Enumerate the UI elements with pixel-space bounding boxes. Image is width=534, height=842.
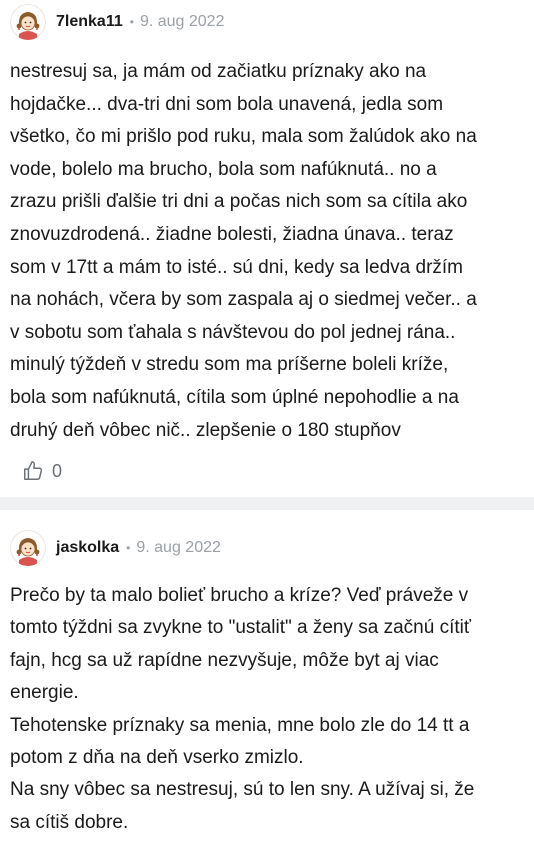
comment-header: jaskolka • 9. aug 2022	[10, 530, 221, 566]
comment-text-line: potom z dňa na deň vserko zmizlo.	[10, 747, 304, 769]
comment-text-line: znovuzdrodená.. žiadne bolesti, žiadna ú…	[10, 223, 454, 245]
comment-text-line: zrazu prišli ďalšie tri dni a počas nich…	[10, 191, 468, 213]
comment-text-line: vode, bolelo ma brucho, bola som nafúknu…	[10, 158, 437, 180]
comment-text-line: som v 17tt a mám to isté.. sú dni, kedy …	[10, 256, 464, 278]
comment-text-line: sa cítiš dobre.	[10, 811, 129, 833]
like-button[interactable]: 0	[22, 460, 62, 482]
comment-text-line: Na sny vôbec sa nestresuj, sú to len sny…	[10, 779, 475, 801]
comment-card: 7lenka11 • 9. aug 2022 nestresuj sa, ja …	[0, 0, 534, 497]
meta-separator: •	[129, 15, 134, 29]
username[interactable]: jaskolka	[56, 539, 119, 557]
comment-text-line: energie.	[10, 682, 79, 704]
thumbs-up-icon[interactable]	[22, 460, 44, 482]
comment-text-line: nestresuj sa, ja mám od začiatku príznak…	[10, 61, 427, 82]
comment-date: 9. aug 2022	[139, 13, 225, 30]
comment-text-line: tomto týždni sa zvykne to "ustalit" a že…	[10, 617, 471, 639]
meta-separator: •	[126, 541, 131, 555]
username[interactable]: 7lenka11	[56, 13, 123, 31]
comment-body: nestresuj sa, ja mám od začiatku príznak…	[10, 56, 528, 447]
comment-text-line: všetko, čo mi prišlo pod ruku, mala som …	[10, 126, 477, 148]
comment-text-line: minulý týždeň v stredu som ma príšerne b…	[10, 354, 449, 376]
comment-text-line: v sobotu som ťahala s návštevou do pol j…	[10, 321, 456, 343]
comment-text-line: na nohách, včera by som zaspala aj o sie…	[10, 289, 477, 311]
comment-text-line: fajn, hcg sa už rapídne nezvyšuje, môže …	[10, 649, 439, 671]
comment-text-line: bola som nafúknutá, cítila som úplné nep…	[10, 386, 459, 408]
comment-text-line: druhý deň vôbec nič.. zlepšenie o 180 st…	[10, 419, 401, 441]
comment-divider	[0, 497, 534, 510]
comment-body: Prečo by ta malo bolieť brucho a kríze? …	[10, 580, 528, 839]
comment-card: jaskolka • 9. aug 2022 Prečo by ta malo …	[0, 510, 534, 842]
comment-text-line: Prečo by ta malo bolieť brucho a kríze? …	[10, 585, 469, 606]
avatar[interactable]	[10, 4, 46, 40]
like-count: 0	[52, 460, 63, 481]
comment-header: 7lenka11 • 9. aug 2022	[10, 4, 224, 40]
avatar[interactable]	[10, 530, 46, 566]
comment-text-line: Tehotenske príznaky sa menia, mne bolo z…	[10, 714, 470, 736]
comment-text-line: hojdačke... dva-tri dni som bola unavená…	[10, 93, 444, 115]
comment-date: 9. aug 2022	[136, 539, 221, 556]
girl-avatar-icon	[10, 530, 46, 566]
girl-avatar-icon	[10, 4, 46, 40]
